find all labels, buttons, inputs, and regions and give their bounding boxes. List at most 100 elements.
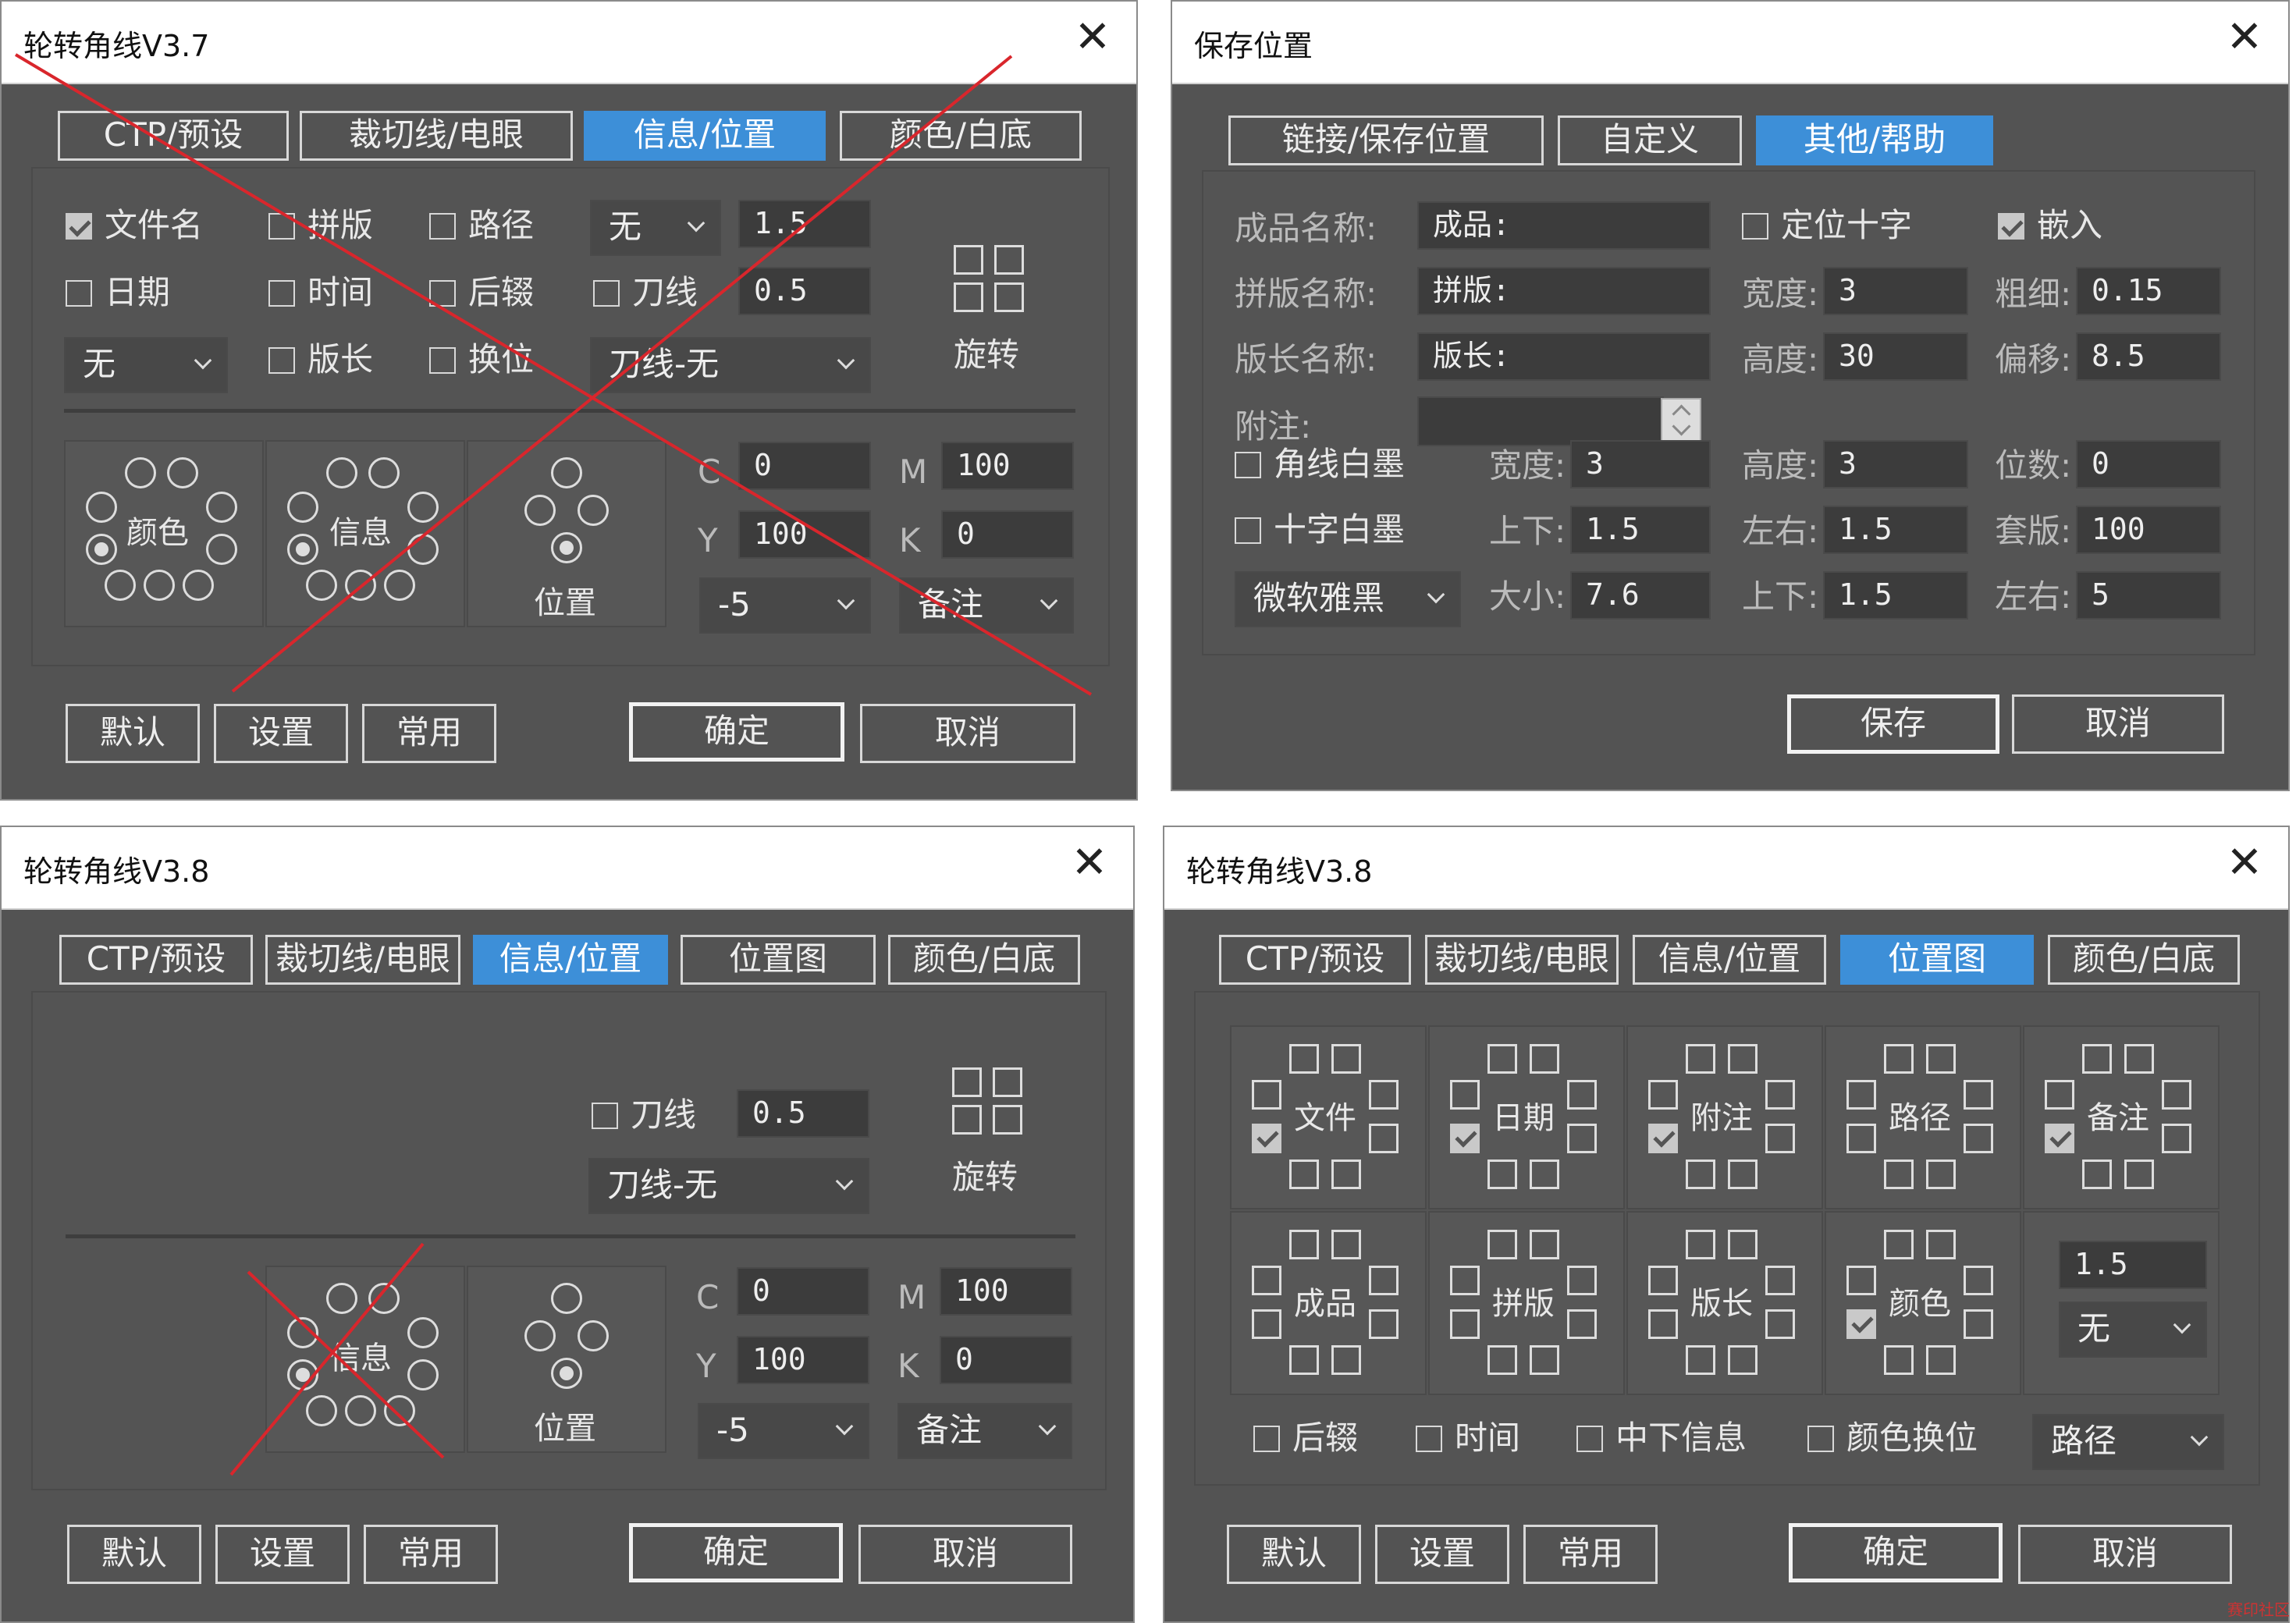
tab-other-help[interactable]: 其他/帮助: [1756, 115, 1993, 165]
product-name-input[interactable]: 成品:: [1417, 201, 1711, 250]
checkbox[interactable]: [1235, 517, 1261, 544]
ok-button[interactable]: 确定: [629, 1523, 843, 1582]
tab-color[interactable]: 颜色/白底: [2048, 935, 2240, 985]
checkbox[interactable]: [1926, 1160, 1956, 1189]
radio[interactable]: [125, 457, 156, 488]
input-k[interactable]: 0: [940, 1336, 1072, 1384]
radio-selected[interactable]: [86, 534, 117, 565]
radio[interactable]: [578, 495, 609, 526]
checkbox[interactable]: [1253, 1426, 1280, 1452]
radio[interactable]: [167, 457, 198, 488]
checkbox[interactable]: [66, 213, 92, 240]
radio[interactable]: [206, 534, 237, 565]
width-input[interactable]: 3: [1823, 267, 1968, 315]
checkbox[interactable]: [429, 347, 456, 374]
checkbox[interactable]: [1450, 1080, 1480, 1110]
checkbox[interactable]: [1576, 1426, 1603, 1452]
checkbox-checked[interactable]: [1846, 1309, 1876, 1339]
checkbox[interactable]: [1331, 1044, 1361, 1074]
checkbox[interactable]: [1728, 1160, 1758, 1189]
checkbox[interactable]: [1331, 1345, 1361, 1375]
checkbox[interactable]: [1567, 1266, 1597, 1295]
close-icon[interactable]: ✕: [1066, 840, 1113, 886]
select-cutline[interactable]: 刀线-无: [590, 337, 871, 393]
radio[interactable]: [306, 570, 337, 601]
checkbox[interactable]: [1765, 1080, 1795, 1110]
input-size[interactable]: 1.5: [738, 200, 871, 248]
check-path[interactable]: 路径: [429, 206, 534, 245]
checkbox[interactable]: [1926, 1345, 1956, 1375]
check-mid-info[interactable]: 中下信息: [1576, 1419, 1747, 1458]
checkbox[interactable]: [1884, 1345, 1914, 1375]
radio[interactable]: [407, 1317, 439, 1348]
checkbox[interactable]: [1369, 1124, 1399, 1153]
checkbox[interactable]: [1998, 213, 2024, 240]
input-k[interactable]: 0: [941, 510, 1074, 559]
checkbox[interactable]: [1530, 1044, 1559, 1074]
checkbox[interactable]: [1964, 1266, 1993, 1295]
checkbox[interactable]: [1648, 1266, 1678, 1295]
checkbox-checked[interactable]: [1648, 1124, 1678, 1153]
radio[interactable]: [368, 457, 400, 488]
checkbox[interactable]: [1846, 1080, 1876, 1110]
radio[interactable]: [326, 457, 357, 488]
checkbox[interactable]: [268, 280, 295, 307]
checkbox[interactable]: [2045, 1080, 2074, 1110]
checkbox[interactable]: [1289, 1044, 1319, 1074]
tab-ctp[interactable]: CTP/预设: [58, 111, 289, 161]
tab-info[interactable]: 信息/位置: [473, 935, 668, 985]
radio[interactable]: [407, 492, 439, 523]
checkbox[interactable]: [1289, 1345, 1319, 1375]
checkbox[interactable]: [1964, 1124, 1993, 1153]
radio[interactable]: [578, 1320, 609, 1351]
check-imposition[interactable]: 拼版: [268, 206, 373, 245]
input-m[interactable]: 100: [941, 442, 1074, 490]
check-length[interactable]: 版长: [268, 340, 373, 379]
check-cross[interactable]: 定位十字: [1742, 206, 1912, 245]
checkbox[interactable]: [1450, 1309, 1480, 1339]
checkbox[interactable]: [1765, 1124, 1795, 1153]
select-note[interactable]: 备注: [897, 1403, 1072, 1459]
checkbox[interactable]: [1686, 1160, 1715, 1189]
check-suffix[interactable]: 后辍: [1253, 1419, 1358, 1458]
checkbox[interactable]: [1487, 1230, 1517, 1259]
lr2-input[interactable]: 5: [2076, 571, 2221, 620]
tab-info[interactable]: 信息/位置: [584, 111, 826, 161]
check-color-swap[interactable]: 颜色换位: [1807, 1419, 1978, 1458]
radio[interactable]: [183, 570, 214, 601]
checkbox[interactable]: [1686, 1230, 1715, 1259]
radio[interactable]: [306, 1395, 337, 1426]
checkbox[interactable]: [1765, 1309, 1795, 1339]
radio-selected[interactable]: [287, 1359, 318, 1390]
checkbox[interactable]: [1648, 1080, 1678, 1110]
check-suffix[interactable]: 后辍: [429, 273, 534, 312]
ud-input[interactable]: 1.5: [1570, 506, 1711, 554]
tab-color[interactable]: 颜色/白底: [888, 935, 1080, 985]
checkbox-checked[interactable]: [1450, 1124, 1480, 1153]
tab-custom[interactable]: 自定义: [1558, 115, 1742, 165]
checkbox[interactable]: [429, 280, 456, 307]
tab-link-save[interactable]: 链接/保存位置: [1228, 115, 1544, 165]
cancel-button[interactable]: 取消: [2012, 694, 2224, 754]
height-input[interactable]: 30: [1823, 332, 1968, 381]
checkbox[interactable]: [1331, 1160, 1361, 1189]
radio[interactable]: [407, 534, 439, 565]
radio[interactable]: [287, 1317, 318, 1348]
checkbox[interactable]: [1926, 1044, 1956, 1074]
checkbox[interactable]: [268, 347, 295, 374]
checkbox[interactable]: [1648, 1309, 1678, 1339]
close-icon[interactable]: ✕: [2221, 14, 2268, 61]
checkbox[interactable]: [1846, 1266, 1876, 1295]
checkbox[interactable]: [1567, 1124, 1597, 1153]
cancel-button[interactable]: 取消: [858, 1525, 1072, 1584]
radio-selected[interactable]: [551, 1358, 582, 1389]
checkbox[interactable]: [66, 280, 92, 307]
input-y[interactable]: 100: [737, 1336, 869, 1384]
radio[interactable]: [368, 1283, 400, 1314]
radio[interactable]: [551, 1283, 582, 1314]
checkbox[interactable]: [1252, 1266, 1281, 1295]
checkbox[interactable]: [1369, 1309, 1399, 1339]
tab-posmap[interactable]: 位置图: [1840, 935, 2034, 985]
checkbox[interactable]: [2162, 1124, 2191, 1153]
radio[interactable]: [86, 492, 117, 523]
